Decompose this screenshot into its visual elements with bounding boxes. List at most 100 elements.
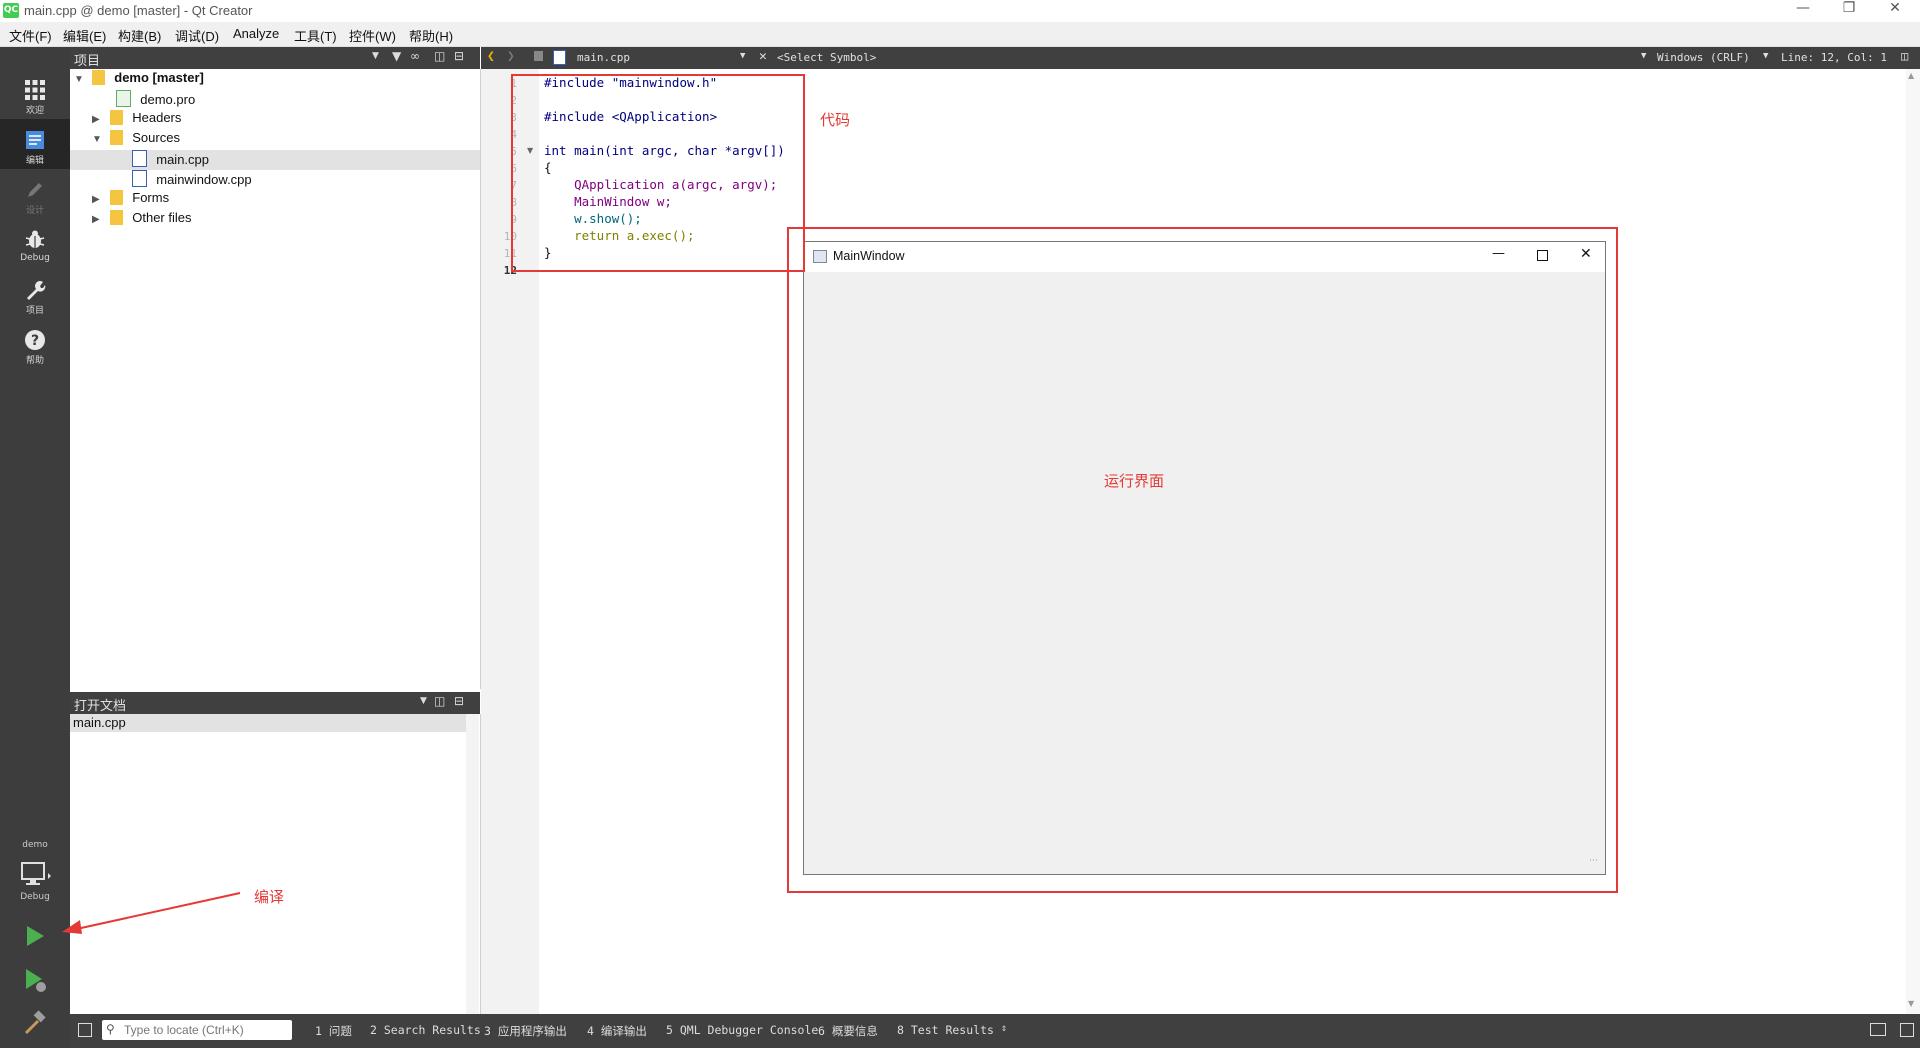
run-window-highlight-box <box>787 227 1618 893</box>
line-ending-dropdown-icon[interactable]: ▼ <box>1763 51 1768 61</box>
view-dropdown-icon[interactable]: ▼ <box>372 51 379 61</box>
kit-selector[interactable] <box>18 859 52 893</box>
filter-icon[interactable]: ▼ <box>392 49 401 63</box>
svg-text:?: ? <box>31 333 39 349</box>
cursor-position[interactable]: Line: 12, Col: 1 <box>1781 51 1887 64</box>
folder-icon <box>109 190 123 205</box>
mode-projects[interactable]: 项目 <box>0 269 70 319</box>
window-title: main.cpp @ demo [master] - Qt Creator <box>24 3 253 18</box>
output-tab-search-results[interactable]: 2 Search Results <box>370 1023 481 1037</box>
menu-build[interactable]: 构建(B) <box>118 26 161 45</box>
code-highlight-box <box>511 74 805 272</box>
toggle-output-icon[interactable] <box>1870 1023 1886 1036</box>
run-button[interactable] <box>22 923 48 949</box>
forward-icon[interactable]: ❯ <box>507 49 515 64</box>
output-tab-compile-output[interactable]: 4 编译输出 <box>587 1023 647 1039</box>
close-pane-icon[interactable]: ⊟ <box>454 49 464 63</box>
symbol-dropdown-icon[interactable]: ▼ <box>1641 51 1646 61</box>
close-file-icon[interactable]: ✕ <box>759 49 767 64</box>
edit-icon <box>26 131 44 149</box>
menu-file[interactable]: 文件(F) <box>9 26 52 45</box>
menu-help[interactable]: 帮助(H) <box>409 26 453 45</box>
mode-help[interactable]: ? 帮助 <box>0 319 70 369</box>
output-tab-test-results[interactable]: 8 Test Results <box>897 1023 994 1037</box>
mode-edit[interactable]: 编辑 <box>0 119 70 169</box>
restore-button[interactable]: ❐ <box>1826 0 1872 22</box>
close-button[interactable]: ✕ <box>1872 0 1918 22</box>
mode-label: 编辑 <box>25 156 44 166</box>
scroll-down-icon[interactable]: ▼ <box>1908 999 1914 1008</box>
tree-item-label: demo.pro <box>140 92 196 107</box>
title-bar: QC main.cpp @ demo [master] - Qt Creator… <box>0 0 1920 22</box>
cpp-file-icon <box>131 170 147 187</box>
mode-label: 帮助 <box>25 356 44 366</box>
open-documents-header: 打开文档 ▼ ◫ ⊟ <box>70 692 480 714</box>
chevron-right-icon[interactable]: ▶ <box>92 114 106 125</box>
output-tab-qml-console[interactable]: 5 QML Debugger Console <box>666 1023 818 1037</box>
menu-edit[interactable]: 编辑(E) <box>63 26 106 45</box>
grid-icon <box>25 80 45 100</box>
dropdown-icon[interactable]: ▼ <box>420 696 427 706</box>
open-document-item[interactable]: main.cpp <box>70 714 467 732</box>
mode-label: 项目 <box>25 306 44 316</box>
open-documents-list: main.cpp <box>70 714 481 1014</box>
line-ending-selector[interactable]: Windows (CRLF) <box>1657 51 1750 64</box>
chevron-down-icon[interactable]: ▼ <box>92 134 106 145</box>
debug-run-icon <box>26 969 46 992</box>
tree-item-other-files[interactable]: ▶ Other files <box>70 210 480 230</box>
open-documents-scrollbar[interactable] <box>466 714 479 1014</box>
scroll-up-icon[interactable]: ▲ <box>1908 71 1914 80</box>
mode-label: Debug <box>20 253 50 263</box>
output-tab-issues[interactable]: 1 问题 <box>315 1023 352 1039</box>
tree-item-mainwindow-cpp[interactable]: mainwindow.cpp <box>70 170 480 190</box>
build-button[interactable] <box>22 1010 48 1036</box>
menu-analyze[interactable]: Analyze <box>233 26 279 41</box>
split-icon[interactable]: ◫ <box>1901 49 1908 63</box>
symbol-selector[interactable]: <Select Symbol> <box>777 51 876 64</box>
link-icon[interactable]: ∞ <box>410 49 420 63</box>
tree-item-label: Forms <box>132 190 170 205</box>
menu-tools[interactable]: 工具(T) <box>294 26 337 45</box>
editor-scrollbar[interactable]: ▲ ▼ <box>1906 69 1920 1014</box>
tree-item-main-cpp[interactable]: main.cpp <box>70 150 480 170</box>
tree-item-label: main.cpp <box>156 152 209 167</box>
toggle-sidebar-icon[interactable] <box>78 1023 92 1037</box>
output-tab-application-output[interactable]: 3 应用程序输出 <box>484 1023 567 1039</box>
mode-design[interactable]: 设计 <box>0 169 70 219</box>
mode-label: 欢迎 <box>25 106 44 116</box>
chevron-right-icon[interactable]: ▶ <box>92 214 106 225</box>
pro-file-icon <box>115 90 131 107</box>
qt-creator-logo: QC <box>3 3 19 18</box>
pencil-icon <box>28 183 42 197</box>
file-dropdown-icon[interactable]: ▼ <box>740 51 745 61</box>
menu-debug[interactable]: 调试(D) <box>175 26 219 45</box>
split-icon[interactable]: ◫ <box>434 49 445 63</box>
debug-run-button[interactable] <box>22 967 48 993</box>
more-tabs-icon[interactable]: ⇕ <box>1001 1023 1007 1034</box>
bug-icon <box>25 230 45 248</box>
cpp-file-icon <box>131 150 147 167</box>
current-file-name[interactable]: main.cpp <box>577 51 630 64</box>
output-tab-general-messages[interactable]: 6 概要信息 <box>818 1023 878 1039</box>
minimize-button[interactable]: — <box>1780 0 1826 22</box>
split-icon[interactable]: ◫ <box>434 694 445 708</box>
mode-welcome[interactable]: 欢迎 <box>0 69 70 119</box>
locator-input[interactable]: ⚲ Type to locate (Ctrl+K) <box>102 1020 292 1040</box>
menu-widgets[interactable]: 控件(W) <box>349 26 396 45</box>
tree-item-label: Headers <box>132 110 182 125</box>
annotation-code: 代码 <box>820 111 851 129</box>
search-icon: ⚲ <box>106 1022 115 1036</box>
close-pane-icon[interactable]: ⊟ <box>454 694 464 708</box>
annotation-run: 运行界面 <box>1104 472 1165 490</box>
mode-debug[interactable]: Debug <box>0 219 70 269</box>
chevron-down-icon[interactable]: ▼ <box>74 74 88 85</box>
tree-item-demo-pro[interactable]: demo.pro <box>70 90 480 110</box>
tree-item-headers[interactable]: ▶ Headers <box>70 110 480 130</box>
back-icon[interactable]: ❮ <box>487 49 495 64</box>
tree-item-demo[interactable]: ▼ demo [master] <box>70 70 480 90</box>
tree-item-forms[interactable]: ▶ Forms <box>70 190 480 210</box>
lock-icon <box>534 51 543 61</box>
toggle-right-sidebar-icon[interactable] <box>1900 1023 1914 1037</box>
chevron-right-icon[interactable]: ▶ <box>92 194 106 205</box>
tree-item-sources[interactable]: ▼ Sources <box>70 130 480 150</box>
